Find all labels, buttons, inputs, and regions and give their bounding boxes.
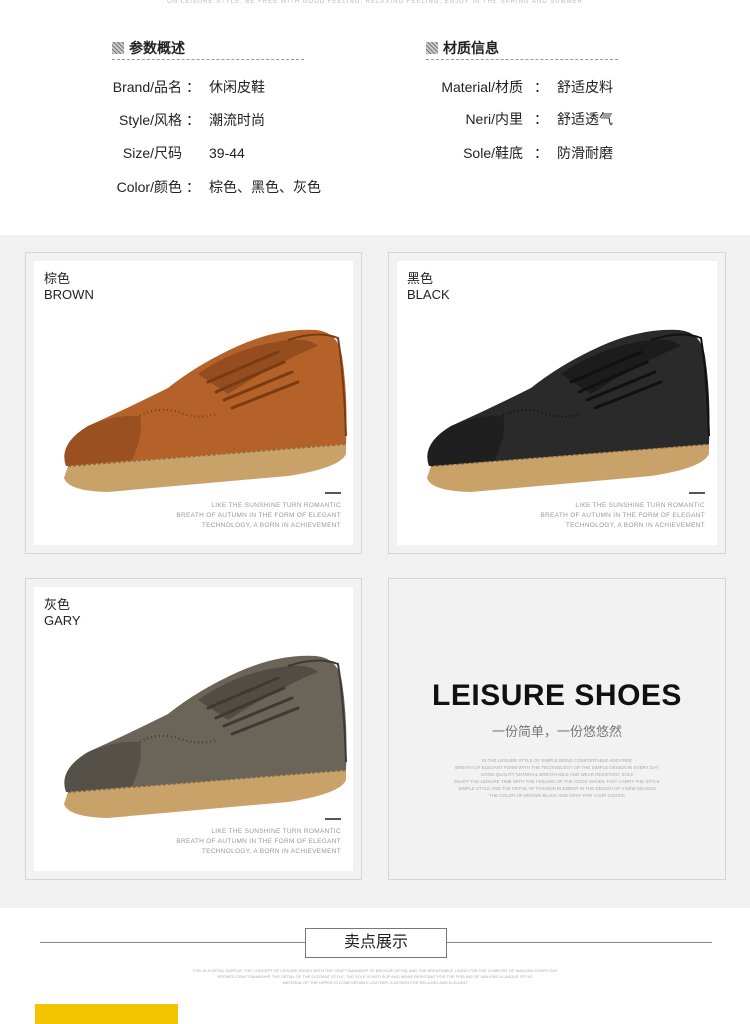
params-rule	[112, 59, 304, 60]
selling-points-section: 卖点展示 THIS IS A DETAIL DISPLAY, THE CONCE…	[0, 908, 750, 1024]
params-title-text: 参数概述	[129, 40, 185, 56]
material-rule	[426, 59, 618, 60]
material-colon: ：	[534, 111, 548, 127]
leisure-title: LEISURE SHOES	[432, 679, 682, 712]
material-value: 舒适透气	[557, 111, 613, 127]
color-panel-gray: 灰色 GARY LIKE THE SUNSHINE TURN ROMANTIC …	[25, 578, 362, 880]
leisure-subtitle: 一份简单，一份悠悠然	[491, 724, 622, 739]
panel-note: LIKE THE SUNSHINE TURN ROMANTIC BREATH O…	[176, 492, 341, 531]
material-title: 材质信息	[426, 38, 499, 58]
param-label: Style/风格	[118, 112, 182, 128]
selling-points-title: 卖点展示	[305, 928, 447, 958]
color-panel-black: 黑色 BLACK LIKE THE SUNSHINE TURN ROMANTIC…	[388, 252, 726, 554]
param-colon: ：	[186, 179, 200, 195]
param-value: 棕色、黑色、灰色	[209, 179, 321, 195]
material-title-text: 材质信息	[443, 40, 499, 56]
selling-fine-text: THIS IS A DETAIL DISPLAY, THE CONCEPT OF…	[192, 968, 558, 985]
panel-note: LIKE THE SUNSHINE TURN ROMANTIC BREATH O…	[540, 492, 705, 531]
material-value: 舒适皮料	[557, 79, 613, 95]
yellow-accent-bar	[35, 1004, 178, 1024]
material-colon: ：	[534, 145, 548, 161]
shoe-toe-cap	[427, 415, 504, 466]
param-value: 39-44	[209, 145, 245, 161]
param-label: Size/尺码	[122, 145, 182, 161]
leisure-fine-text: IN THE LEISURE STYLE OF SIMPLE BEING COM…	[454, 758, 660, 798]
param-label: Color/颜色	[116, 179, 182, 195]
spec-section: ON LEISURE STYLE, BE FREE WITH GOOD FEEL…	[0, 0, 750, 235]
color-panel-brown: 棕色 BROWN LIKE THE SUNSHINE TURN ROMANTIC…	[25, 252, 362, 554]
param-label: Brand/品名	[112, 79, 182, 95]
material-value: 防滑耐磨	[557, 145, 613, 161]
param-value: 潮流时尚	[209, 112, 265, 128]
square-icon	[426, 42, 438, 54]
shoe-toe-cap	[64, 741, 141, 792]
panel-note: LIKE THE SUNSHINE TURN ROMANTIC BREATH O…	[176, 818, 341, 857]
param-value: 休闲皮鞋	[209, 79, 265, 95]
param-colon: ：	[186, 112, 200, 128]
param-colon: ：	[186, 79, 200, 95]
leisure-panel: LEISURE SHOES 一份简单，一份悠悠然 IN THE LEISURE …	[388, 578, 726, 880]
top-caption: ON LEISURE STYLE, BE FREE WITH GOOD FEEL…	[167, 0, 583, 4]
material-label: Neri/内里	[465, 111, 523, 127]
material-label: Sole/鞋底	[463, 145, 523, 161]
material-label: Material/材质	[441, 79, 523, 95]
shoe-toe-cap	[64, 415, 141, 466]
square-icon	[112, 42, 124, 54]
params-title: 参数概述	[112, 38, 185, 58]
material-colon: ：	[534, 79, 548, 95]
